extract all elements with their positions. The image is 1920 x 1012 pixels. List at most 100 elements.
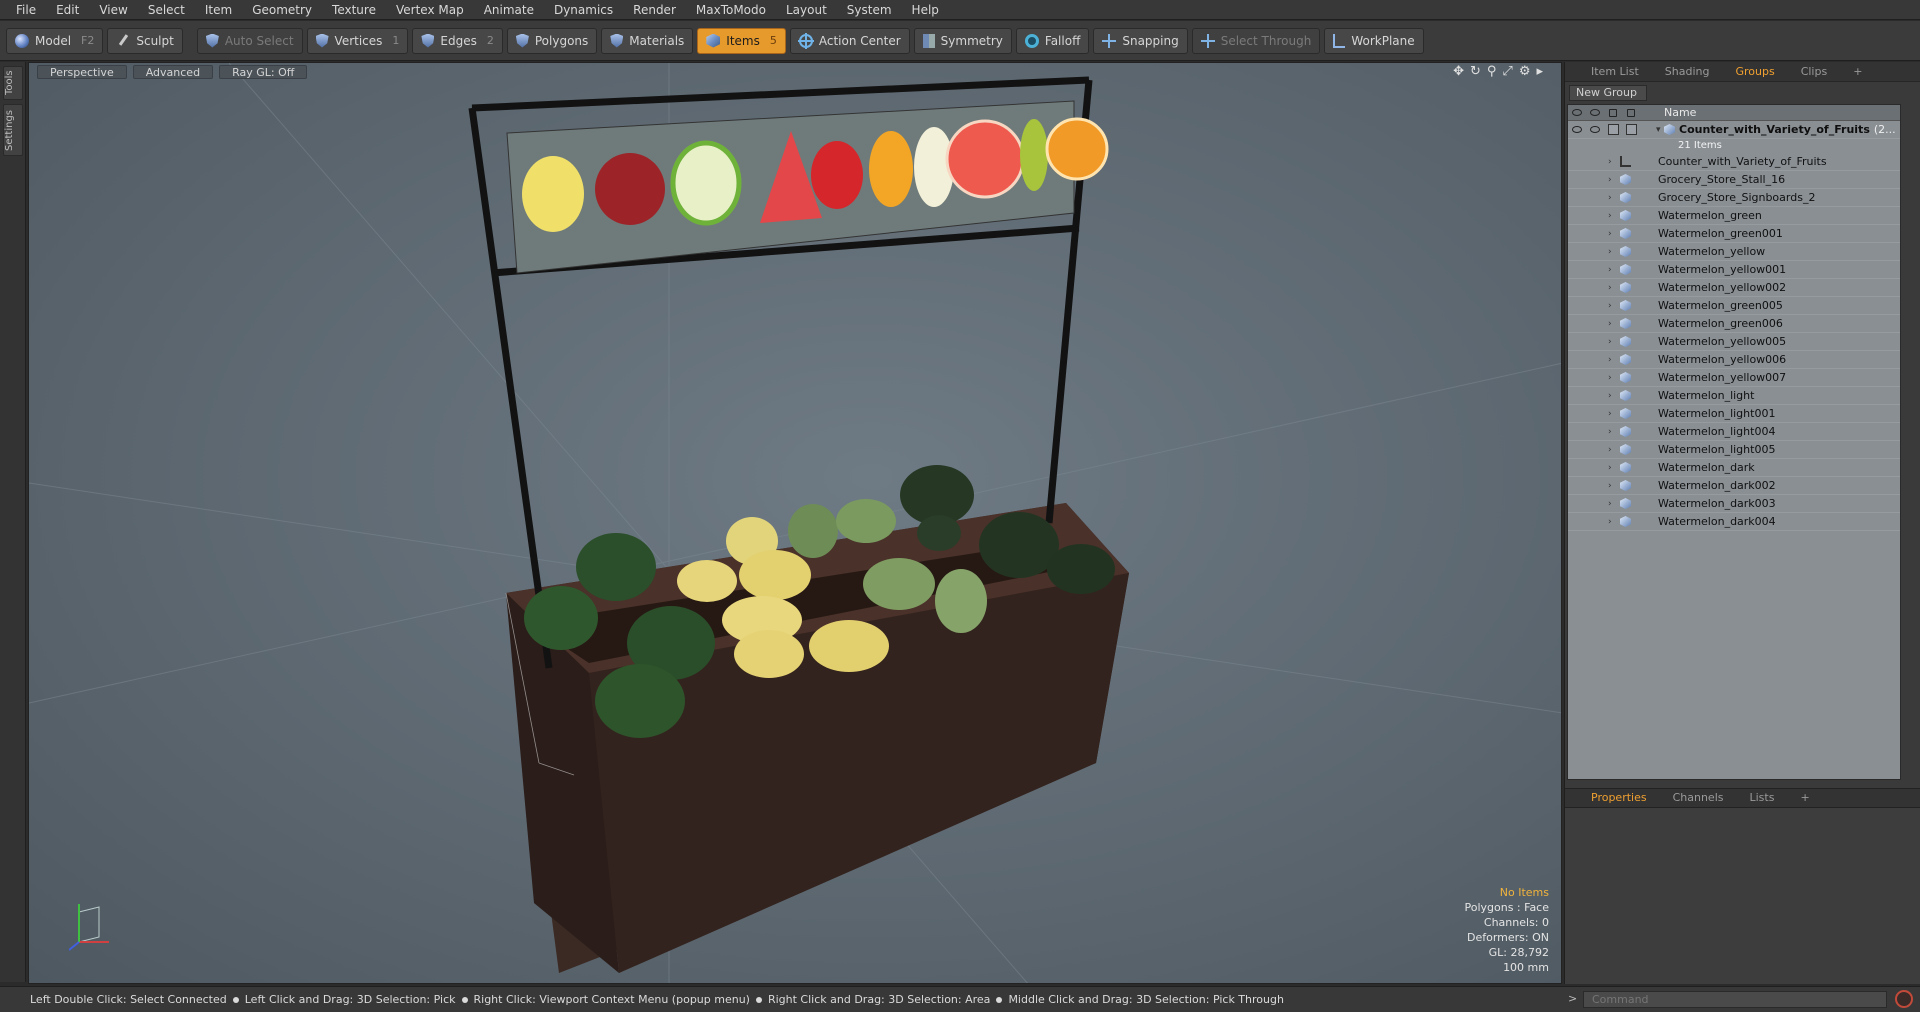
list-item[interactable]: › Counter_with_Variety_of_Fruits [1568, 153, 1900, 171]
expand-icon[interactable]: › [1608, 175, 1616, 185]
name-column-header[interactable]: Name [1664, 106, 1696, 119]
list-item[interactable]: › Watermelon_dark003 [1568, 495, 1900, 513]
list-item[interactable]: › Watermelon_dark004 [1568, 513, 1900, 531]
stop-icon[interactable] [1895, 990, 1913, 1008]
expand-icon[interactable]: › [1608, 247, 1616, 257]
expand-icon[interactable]: › [1608, 409, 1616, 419]
menu-dynamics[interactable]: Dynamics [544, 0, 623, 20]
expand-icon[interactable]: › [1608, 229, 1616, 239]
list-item[interactable]: › Grocery_Store_Stall_16 [1568, 171, 1900, 189]
list-item[interactable]: › Watermelon_yellow [1568, 243, 1900, 261]
expand-icon[interactable]: › [1608, 463, 1616, 473]
expand-icon[interactable]: › [1608, 499, 1616, 509]
menu-maxtomodo[interactable]: MaxToModo [686, 0, 776, 20]
list-item[interactable]: › Watermelon_yellow007 [1568, 369, 1900, 387]
expand-icon[interactable]: › [1608, 265, 1616, 275]
sculpt-button[interactable]: Sculpt [107, 27, 183, 54]
menu-animate[interactable]: Animate [474, 0, 544, 20]
arrow-right-icon[interactable]: ▸ [1536, 64, 1543, 79]
expand-icon[interactable]: › [1608, 517, 1616, 527]
tab-channels[interactable]: Channels [1661, 789, 1736, 807]
expand-icon[interactable]: › [1608, 427, 1616, 437]
menu-vertex-map[interactable]: Vertex Map [386, 0, 474, 20]
view-perspective-dropdown[interactable]: Perspective [37, 65, 127, 79]
group-row[interactable]: ▾ Counter_with_Variety_of_Fruits (2... [1568, 121, 1900, 139]
symmetry-button[interactable]: Symmetry [913, 27, 1012, 54]
items-button[interactable]: Items 5 [697, 27, 786, 54]
visibility-column-icon[interactable] [1568, 106, 1586, 120]
list-item[interactable]: › Watermelon_green006 [1568, 315, 1900, 333]
menu-texture[interactable]: Texture [322, 0, 386, 20]
workplane-button[interactable]: WorkPlane [1324, 27, 1424, 54]
gear-icon[interactable]: ⚙ [1519, 64, 1531, 79]
list-item[interactable]: › Watermelon_light [1568, 387, 1900, 405]
fit-icon[interactable]: ⤢ [1502, 64, 1512, 79]
tab-properties[interactable]: Properties [1579, 789, 1659, 807]
settings-tab[interactable]: Settings [3, 104, 23, 156]
render-column-icon[interactable] [1586, 106, 1604, 120]
command-history-arrow-icon[interactable]: > [1568, 992, 1577, 1005]
expand-icon[interactable]: › [1608, 355, 1616, 365]
expand-icon[interactable]: › [1608, 337, 1616, 347]
select-through-button[interactable]: Select Through [1191, 27, 1321, 54]
menu-render[interactable]: Render [623, 0, 686, 20]
edges-button[interactable]: Edges 2 [412, 27, 503, 54]
expand-icon[interactable]: › [1608, 193, 1616, 203]
groups-list[interactable]: Name ▾ Counter_with_Variety_of_Fruits (2… [1567, 104, 1901, 780]
group-render-toggle[interactable] [1586, 123, 1604, 137]
collapse-icon[interactable]: ▾ [1656, 125, 1664, 135]
list-item[interactable]: › Watermelon_yellow006 [1568, 351, 1900, 369]
list-item[interactable]: › Watermelon_green005 [1568, 297, 1900, 315]
menu-view[interactable]: View [89, 0, 137, 20]
raygl-toggle[interactable]: Ray GL: Off [219, 65, 308, 79]
list-item[interactable]: › Watermelon_yellow002 [1568, 279, 1900, 297]
list-item[interactable]: › Watermelon_yellow005 [1568, 333, 1900, 351]
group-lock-toggle[interactable] [1604, 123, 1622, 137]
rotate-icon[interactable]: ↻ [1470, 64, 1481, 79]
menu-system[interactable]: System [837, 0, 902, 20]
expand-icon[interactable]: › [1608, 301, 1616, 311]
list-item[interactable]: › Watermelon_green [1568, 207, 1900, 225]
materials-button[interactable]: Materials [601, 27, 694, 54]
add-tab-button[interactable]: + [1841, 63, 1874, 81]
zoom-icon[interactable]: ⚲ [1487, 64, 1497, 79]
group-select-toggle[interactable] [1622, 123, 1640, 137]
list-item[interactable]: › Watermelon_dark [1568, 459, 1900, 477]
snapping-button[interactable]: Snapping [1093, 27, 1188, 54]
command-input[interactable] [1583, 991, 1887, 1008]
add-properties-tab-button[interactable]: + [1788, 789, 1821, 807]
expand-icon[interactable]: › [1608, 157, 1616, 167]
tab-lists[interactable]: Lists [1738, 789, 1787, 807]
menu-layout[interactable]: Layout [776, 0, 837, 20]
polygons-button[interactable]: Polygons [506, 27, 598, 54]
menu-select[interactable]: Select [138, 0, 195, 20]
3d-viewport[interactable]: Perspective Advanced Ray GL: Off ✥ ↻ ⚲ ⤢… [28, 62, 1562, 984]
list-item[interactable]: › Watermelon_green001 [1568, 225, 1900, 243]
model-button[interactable]: Model F2 [6, 27, 104, 54]
tools-tab[interactable]: Tools [3, 66, 23, 100]
new-group-button[interactable]: New Group [1569, 85, 1647, 101]
auto-select-button[interactable]: Auto Select [196, 27, 303, 54]
list-item[interactable]: › Watermelon_yellow001 [1568, 261, 1900, 279]
list-item[interactable]: › Watermelon_dark002 [1568, 477, 1900, 495]
menu-edit[interactable]: Edit [46, 0, 89, 20]
expand-icon[interactable]: › [1608, 211, 1616, 221]
menu-file[interactable]: File [6, 0, 46, 20]
tab-shading[interactable]: Shading [1653, 63, 1722, 81]
lock-column-icon[interactable] [1604, 106, 1622, 120]
expand-icon[interactable]: › [1608, 445, 1616, 455]
list-item[interactable]: › Watermelon_light004 [1568, 423, 1900, 441]
action-center-button[interactable]: Action Center [789, 27, 910, 54]
expand-icon[interactable]: › [1608, 319, 1616, 329]
expand-icon[interactable]: › [1608, 481, 1616, 491]
expand-icon[interactable]: › [1608, 283, 1616, 293]
group-visibility-toggle[interactable] [1568, 123, 1586, 137]
list-item[interactable]: › Grocery_Store_Signboards_2 [1568, 189, 1900, 207]
list-item[interactable]: › Watermelon_light001 [1568, 405, 1900, 423]
tab-clips[interactable]: Clips [1789, 63, 1840, 81]
menu-geometry[interactable]: Geometry [242, 0, 322, 20]
list-item[interactable]: › Watermelon_light005 [1568, 441, 1900, 459]
shading-advanced-dropdown[interactable]: Advanced [132, 65, 214, 79]
expand-icon[interactable]: › [1608, 391, 1616, 401]
select-column-icon[interactable] [1622, 106, 1640, 120]
